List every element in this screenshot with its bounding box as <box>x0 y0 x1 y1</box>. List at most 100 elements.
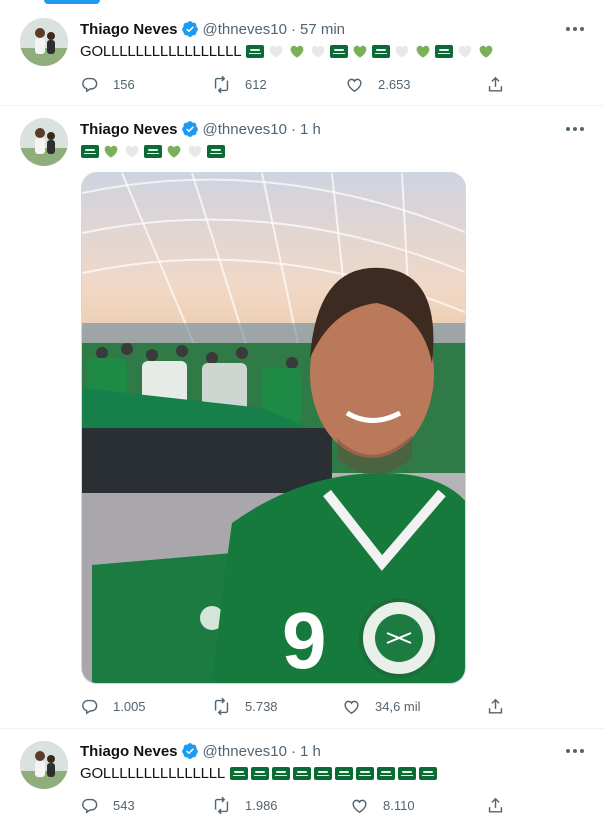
emoji-row <box>245 42 496 60</box>
white-heart-icon <box>395 45 409 58</box>
saudi-flag-icon <box>398 766 417 780</box>
retweet-count: 612 <box>245 76 267 92</box>
saudi-flag-icon <box>419 766 438 780</box>
retweet-count: 1.986 <box>245 797 278 813</box>
saudi-flag-icon <box>207 144 225 158</box>
tweet-3[interactable]: Thiago Neves @thneves10 · 1 h GOLLLLLLLL… <box>0 729 604 826</box>
selfie-image: 9 <box>82 173 465 684</box>
avatar[interactable] <box>20 18 68 66</box>
verified-badge-icon <box>181 20 199 38</box>
author-name[interactable]: Thiago Neves <box>80 21 178 38</box>
white-heart-icon <box>269 45 283 58</box>
saudi-flag-icon <box>435 44 454 58</box>
reply-icon <box>82 77 98 93</box>
retweet-button[interactable]: 612 <box>212 72 267 96</box>
retweet-icon <box>214 697 229 715</box>
reply-button[interactable]: 1.005 <box>80 694 146 718</box>
timestamp[interactable]: 57 min <box>300 21 345 38</box>
timestamp[interactable]: 1 h <box>300 743 321 760</box>
retweet-icon <box>214 75 229 93</box>
like-count: 34,6 mil <box>375 698 421 714</box>
tweet-text: GOLLLLLLLLLLLLLLL <box>80 762 438 784</box>
like-icon <box>347 78 362 92</box>
tweet-1[interactable]: Thiago Neves @thneves10 · 57 min GOLLLLL… <box>0 0 604 106</box>
reply-icon <box>82 699 98 715</box>
share-icon <box>488 76 503 92</box>
share-button[interactable] <box>486 793 505 817</box>
more-icon[interactable] <box>564 119 586 139</box>
green-heart-icon <box>104 145 118 158</box>
action-bar: 543 1.986 8.110 <box>80 793 510 817</box>
more-icon[interactable] <box>564 19 586 39</box>
tweet-photo[interactable]: 9 <box>81 172 466 684</box>
like-button[interactable]: 34,6 mil <box>342 694 421 718</box>
like-icon <box>344 700 359 714</box>
separator: · <box>290 742 296 760</box>
like-button[interactable]: 8.110 <box>350 793 415 817</box>
green-heart-icon <box>479 45 493 58</box>
green-heart-icon <box>416 45 430 58</box>
verified-badge-icon <box>181 120 199 138</box>
author-handle[interactable]: @thneves10 <box>203 21 287 38</box>
author-name[interactable]: Thiago Neves <box>80 121 178 138</box>
saudi-flag-icon <box>330 44 349 58</box>
emoji-row <box>229 766 438 780</box>
author-handle[interactable]: @thneves10 <box>203 121 287 138</box>
retweet-button[interactable]: 5.738 <box>212 694 278 718</box>
saudi-flag-icon <box>230 766 249 780</box>
white-heart-icon <box>458 45 472 58</box>
tweet-text: GOLLLLLLLLLLLLLLLLL <box>80 40 496 62</box>
saudi-flag-icon <box>293 766 312 780</box>
tweet-text <box>80 140 226 162</box>
white-heart-icon <box>311 45 325 58</box>
share-button[interactable] <box>486 694 505 718</box>
saudi-flag-icon <box>377 766 396 780</box>
action-bar: 1.005 5.738 34,6 mil <box>80 694 510 718</box>
retweet-icon <box>214 796 229 814</box>
action-bar: 156 612 2.653 <box>80 72 510 96</box>
like-count: 2.653 <box>378 76 411 92</box>
reply-button[interactable]: 156 <box>80 72 135 96</box>
avatar[interactable] <box>20 741 68 789</box>
green-heart-icon <box>290 45 304 58</box>
saudi-flag-icon <box>246 44 265 58</box>
reply-icon <box>82 798 98 814</box>
tweet-text-content: GOLLLLLLLLLLLLLLL <box>80 764 226 782</box>
tweet-2[interactable]: Thiago Neves @thneves10 · 1 h 9 1.005 5.… <box>0 106 604 729</box>
emoji-row <box>80 142 226 160</box>
green-heart-icon <box>353 45 367 58</box>
white-heart-icon <box>125 145 139 158</box>
jersey-number: 9 <box>282 596 327 684</box>
green-heart-icon <box>167 145 181 158</box>
like-button[interactable]: 2.653 <box>345 72 411 96</box>
tweet-header: Thiago Neves @thneves10 · 1 h <box>80 119 321 139</box>
like-icon <box>352 799 367 813</box>
share-icon <box>488 698 503 714</box>
saudi-flag-icon <box>251 766 270 780</box>
avatar[interactable] <box>20 118 68 166</box>
tweet-header: Thiago Neves @thneves10 · 1 h <box>80 741 321 761</box>
separator: · <box>290 20 296 38</box>
reply-count: 156 <box>113 76 135 92</box>
saudi-flag-icon <box>372 44 391 58</box>
like-count: 8.110 <box>383 797 415 813</box>
white-heart-icon <box>188 145 202 158</box>
tweet-text-content: GOLLLLLLLLLLLLLLLLL <box>80 42 242 60</box>
author-name[interactable]: Thiago Neves <box>80 743 178 760</box>
timestamp[interactable]: 1 h <box>300 121 321 138</box>
saudi-flag-icon <box>335 766 354 780</box>
more-icon[interactable] <box>564 741 586 761</box>
share-button[interactable] <box>486 72 505 96</box>
verified-badge-icon <box>181 742 199 760</box>
saudi-flag-icon <box>81 144 99 158</box>
separator: · <box>290 120 296 138</box>
retweet-button[interactable]: 1.986 <box>212 793 278 817</box>
saudi-flag-icon <box>144 144 162 158</box>
author-handle[interactable]: @thneves10 <box>203 743 287 760</box>
saudi-flag-icon <box>314 766 333 780</box>
share-icon <box>488 797 503 813</box>
reply-count: 543 <box>113 797 135 813</box>
reply-button[interactable]: 543 <box>80 793 135 817</box>
saudi-flag-icon <box>272 766 291 780</box>
saudi-flag-icon <box>356 766 375 780</box>
